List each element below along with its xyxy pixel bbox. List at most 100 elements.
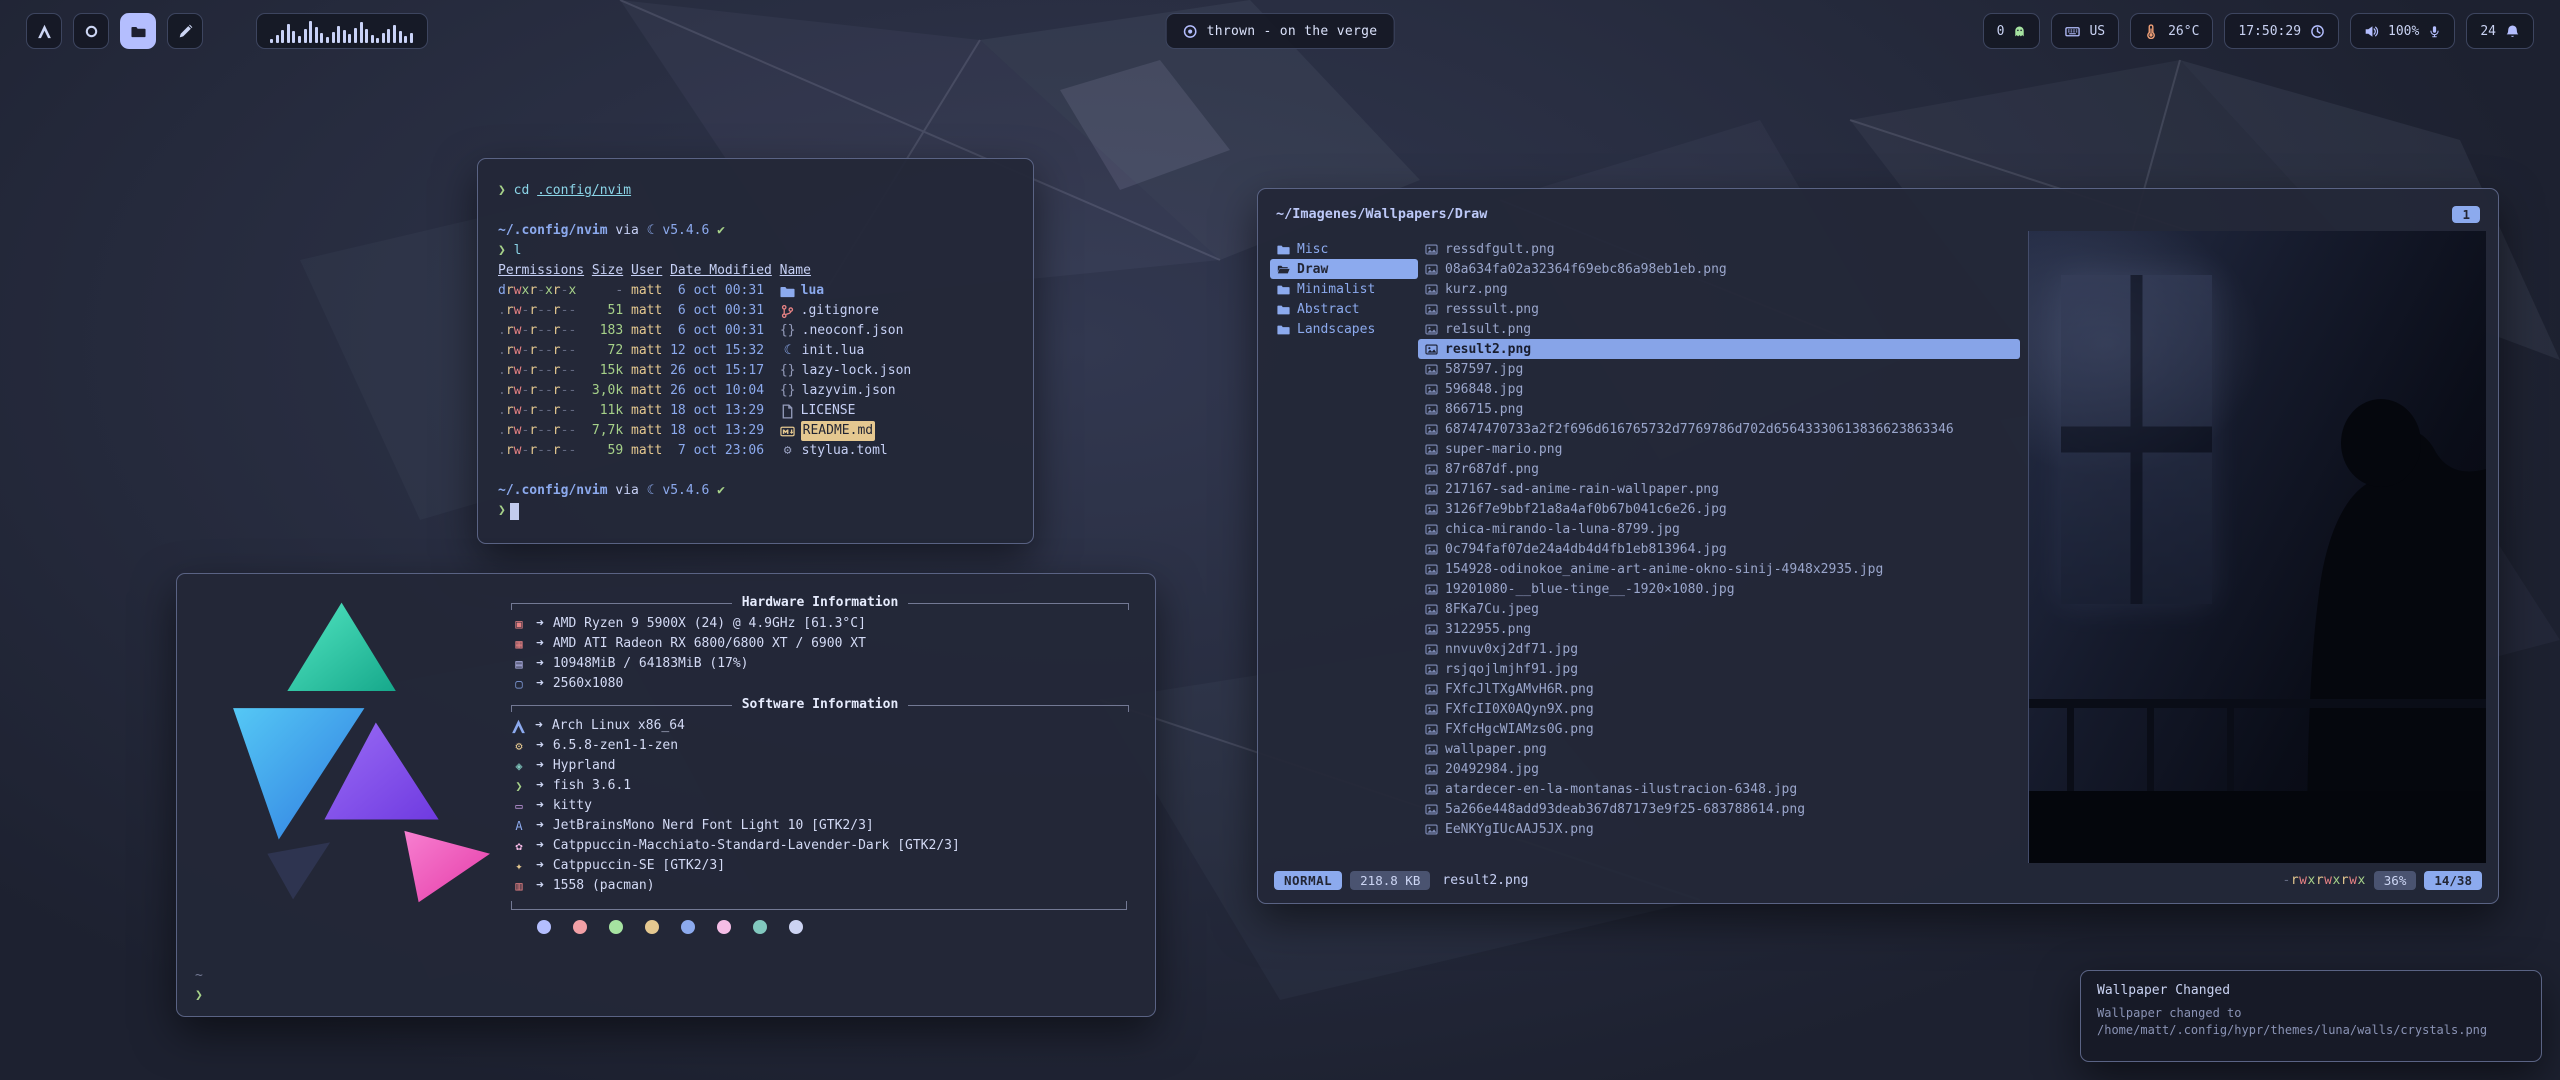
- fetch-row-theme: ✿➜Catppuccin-Macchiato-Standard-Lavender…: [511, 836, 1129, 856]
- file-label: 0c794faf07de24a4db4d4fb1eb813964.jpg: [1445, 542, 1727, 557]
- launcher-button[interactable]: [26, 13, 62, 49]
- editor-button[interactable]: [167, 13, 203, 49]
- fetch-row-cpu: ▣➜AMD Ryzen 9 5900X (24) @ 4.9GHz [61.3°…: [511, 614, 1129, 634]
- folder-item-minimalist[interactable]: Minimalist: [1270, 279, 1418, 299]
- font-value: JetBrainsMono Nerd Font Light 10 [GTK2/3…: [553, 816, 874, 836]
- image-icon: [1425, 523, 1438, 536]
- file-item[interactable]: 19201080-__blue-tinge__-1920×1080.jpg: [1418, 579, 2020, 599]
- file-item[interactable]: 154928-odinokoe_anime-art-anime-okno-sin…: [1418, 559, 2020, 579]
- file-item[interactable]: ressdfgult.png: [1418, 239, 2020, 259]
- status-bar-right: 0 US 26°C 17:50:29 100% 24: [1983, 13, 2534, 49]
- file-item[interactable]: 0c794faf07de24a4db4d4fb1eb813964.jpg: [1418, 539, 2020, 559]
- file-item[interactable]: 5a266e448add93deab367d87173e9f25-6837886…: [1418, 799, 2020, 819]
- file-item[interactable]: 866715.png: [1418, 399, 2020, 419]
- file-item[interactable]: resssult.png: [1418, 299, 2020, 319]
- circle-icon: [84, 24, 99, 39]
- gear-icon: ⚙: [780, 441, 796, 461]
- folder-item-misc[interactable]: Misc: [1270, 239, 1418, 259]
- file-item[interactable]: 3126f7e9bbf21a8a4af0b67b041c6e26.jpg: [1418, 499, 2020, 519]
- fastfetch-terminal-window[interactable]: Hardware Information ▣➜AMD Ryzen 9 5900X…: [176, 573, 1156, 1017]
- file-item[interactable]: FXfcHgcWIAMzs0G.png: [1418, 719, 2020, 739]
- parent-folder-pane: MiscDrawMinimalistAbstractLandscapes: [1270, 231, 1418, 863]
- microphone-icon: [2428, 25, 2441, 38]
- keyboard-layout-widget[interactable]: US: [2051, 13, 2119, 49]
- image-icon: [1425, 383, 1438, 396]
- notification-toast[interactable]: Wallpaper Changed Wallpaper changed to /…: [2080, 970, 2542, 1062]
- notifications-widget[interactable]: 24: [2466, 13, 2534, 49]
- folder-icon: [1277, 303, 1290, 316]
- file-item[interactable]: EeNKYgIUcAAJ5JX.png: [1418, 819, 2020, 839]
- memory-value: 10948MiB / 64183MiB (17%): [553, 654, 749, 674]
- arrow-icon: ➜: [535, 716, 543, 736]
- file-manager-window[interactable]: ~/Imagenes/Wallpapers/Draw 1 MiscDrawMin…: [1257, 188, 2499, 904]
- pacman-ghost-icon: [2013, 25, 2026, 38]
- file-label: chica-mirando-la-luna-8799.jpg: [1445, 522, 1680, 537]
- hardware-info-rows: ▣➜AMD Ryzen 9 5900X (24) @ 4.9GHz [61.3°…: [511, 614, 1129, 694]
- file-item[interactable]: 596848.jpg: [1418, 379, 2020, 399]
- file-item[interactable]: super-mario.png: [1418, 439, 2020, 459]
- image-icon: [1425, 483, 1438, 496]
- file-item[interactable]: FXfcJlTXgAMvH6R.png: [1418, 679, 2020, 699]
- wm-value: Hyprland: [553, 756, 616, 776]
- temperature-label: 26°C: [2168, 24, 2199, 39]
- media-player-widget[interactable]: thrown - on the verge: [1166, 13, 1395, 49]
- listing-row: .rw-r--r--59matt 7 oct 23:06⚙stylua.toml: [498, 441, 1013, 461]
- folder-item-abstract[interactable]: Abstract: [1270, 299, 1418, 319]
- file-item[interactable]: 20492984.jpg: [1418, 759, 2020, 779]
- file-item[interactable]: 87r687df.png: [1418, 459, 2020, 479]
- terminal-window[interactable]: ❯ cd .config/nvim ~/.config/nvim via ☾ v…: [477, 158, 1034, 544]
- image-icon: [1425, 283, 1438, 296]
- visualizer-bar: [315, 27, 318, 43]
- arrow-icon: ➜: [536, 796, 544, 816]
- file-item[interactable]: chica-mirando-la-luna-8799.jpg: [1418, 519, 2020, 539]
- folder-item-landscapes[interactable]: Landscapes: [1270, 319, 1418, 339]
- file-item[interactable]: atardecer-en-la-montanas-ilustracion-634…: [1418, 779, 2020, 799]
- temperature-widget[interactable]: 26°C: [2130, 13, 2213, 49]
- visualizer-bar: [309, 21, 312, 43]
- updates-widget[interactable]: 0: [1983, 13, 2041, 49]
- file-item[interactable]: result2.png: [1418, 339, 2020, 359]
- image-icon: [1425, 723, 1438, 736]
- file-item[interactable]: 587597.jpg: [1418, 359, 2020, 379]
- image-icon: [1425, 683, 1438, 696]
- cpu-icon: ▣: [511, 614, 527, 634]
- clock-widget[interactable]: 17:50:29: [2224, 13, 2339, 49]
- terminal-prompt: ❯: [498, 501, 1013, 521]
- file-item[interactable]: 8FKa7Cu.jpeg: [1418, 599, 2020, 619]
- file-item[interactable]: nnvuv0xj2df71.jpg: [1418, 639, 2020, 659]
- image-icon: [1425, 303, 1438, 316]
- file-item[interactable]: 3122955.png: [1418, 619, 2020, 639]
- file-item[interactable]: rsjqojlmjhf91.jpg: [1418, 659, 2020, 679]
- file-label: 19201080-__blue-tinge__-1920×1080.jpg: [1445, 582, 1735, 597]
- file-label: resssult.png: [1445, 302, 1539, 317]
- file-item[interactable]: FXfcII0X0AQyn9X.png: [1418, 699, 2020, 719]
- audio-visualizer-widget[interactable]: [256, 13, 428, 49]
- file-item[interactable]: 08a634fa02a32364f69ebc86a98eb1eb.png: [1418, 259, 2020, 279]
- visualizer-bar: [281, 30, 284, 43]
- visualizer-bar: [360, 22, 363, 43]
- file-item[interactable]: wallpaper.png: [1418, 739, 2020, 759]
- file-item[interactable]: 68747470733a2f2f696d616765732d7769786d70…: [1418, 419, 2020, 439]
- file-item[interactable]: 217167-sad-anime-rain-wallpaper.png: [1418, 479, 2020, 499]
- browser-button[interactable]: [73, 13, 109, 49]
- file-icon: [780, 404, 795, 419]
- tab-badge[interactable]: 1: [2452, 206, 2480, 223]
- arrow-icon: ➜: [536, 836, 544, 856]
- listing-row: .rw-r--r--72matt12 oct 15:32☾init.lua: [498, 341, 1013, 361]
- shell-value: fish 3.6.1: [553, 776, 631, 796]
- listing-row: .rw-r--r--3,0kmatt26 oct 10:04{}lazyvim.…: [498, 381, 1013, 401]
- folder-item-draw[interactable]: Draw: [1270, 259, 1418, 279]
- software-info-rows: ➜Arch Linux x86_64⚙➜6.5.8-zen1-1-zen◈➜Hy…: [511, 716, 1129, 896]
- terminal-color-palette: [537, 920, 1129, 934]
- file-item[interactable]: kurz.png: [1418, 279, 2020, 299]
- mode-indicator: NORMAL: [1274, 871, 1342, 890]
- file-item[interactable]: re1sult.png: [1418, 319, 2020, 339]
- listing-row: .rw-r--r--183matt 6 oct 00:31{}.neoconf.…: [498, 321, 1013, 341]
- moon-icon: ☾: [780, 341, 796, 361]
- clock-icon: [2310, 24, 2325, 39]
- fetch-row-kernel: ⚙➜6.5.8-zen1-1-zen: [511, 736, 1129, 756]
- listing-row: .rw-r--r--15kmatt26 oct 15:17{}lazy-lock…: [498, 361, 1013, 381]
- volume-widget[interactable]: 100%: [2350, 13, 2455, 49]
- file-label: FXfcHgcWIAMzs0G.png: [1445, 722, 1594, 737]
- files-button[interactable]: [120, 13, 156, 49]
